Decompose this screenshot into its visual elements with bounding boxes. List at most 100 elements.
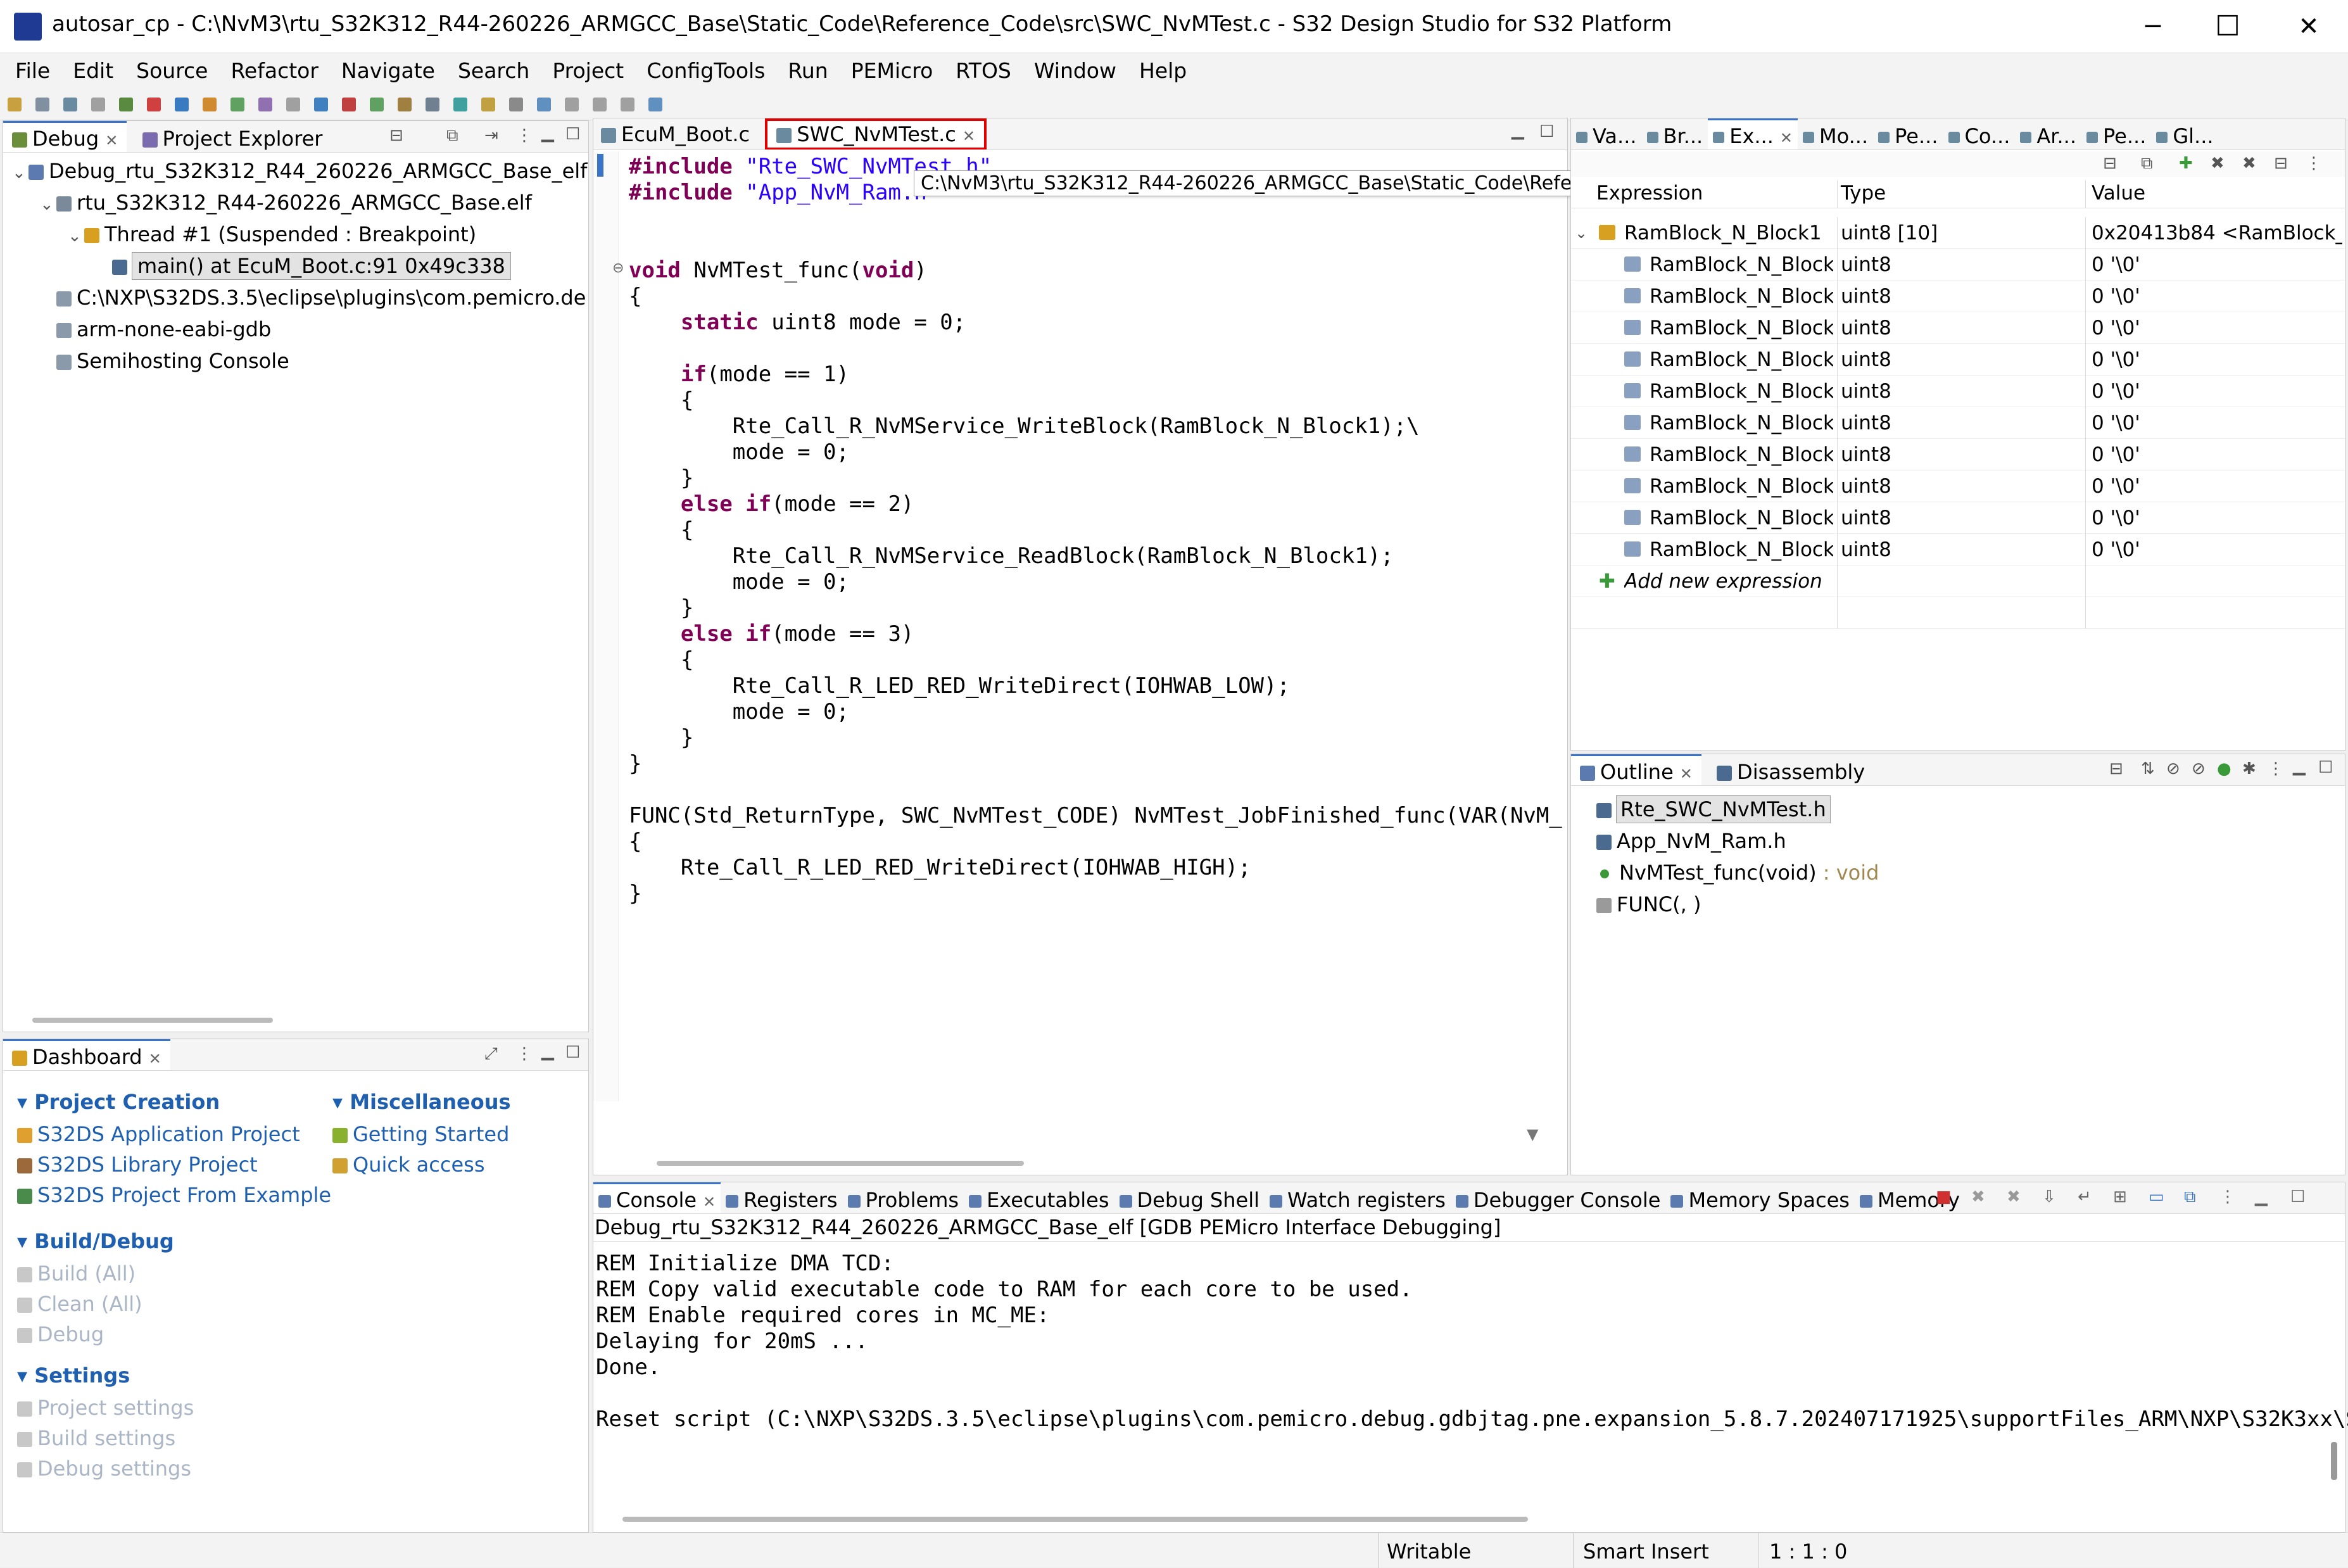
expression-root-row[interactable]: ⌄ RamBlock_N_Block1 uint8 [10] 0x20413b84 <… [1571,217,2345,249]
minimize-view-icon[interactable]: ▁ [541,1042,554,1061]
project-from-example-link[interactable]: S32DS Project From Example [17,1180,331,1210]
close-icon[interactable]: ✕ [149,1050,161,1068]
tab-problems[interactable]: Problems [843,1184,964,1213]
tab-pe-8[interactable]: Pe... [2081,120,2151,149]
maximize-view-icon[interactable]: ☐ [2290,1187,2305,1206]
debug-tree-item[interactable]: C:\NXP\S32DS.3.5\eclipse\plugins\com.pem… [3,282,588,313]
code-editor[interactable]: #include "Rte_SWC_NvMTest.h" #include "A… [629,154,1562,907]
toolbar-button-2[interactable] [35,98,49,111]
menu-rtos[interactable]: RTOS [956,53,1011,89]
toolbar-button-14[interactable] [370,98,384,111]
expression-child-row[interactable]: RamBlock_N_Block uint8 0 '\0' [1571,376,2345,407]
tab-debug-shell[interactable]: Debug Shell [1114,1184,1265,1213]
sort-icon[interactable]: ⇅ [2141,759,2155,778]
debug-tree-item[interactable]: arm-none-eabi-gdb [3,313,588,345]
debug-tree-item[interactable]: main() at EcuM_Boot.c:91 0x49c338 [3,250,588,282]
tab-ex-3[interactable]: Ex... ✕ [1708,118,1798,149]
minimize-view-icon[interactable]: ▁ [2293,757,2306,776]
toolbar-button-19[interactable] [509,98,523,111]
tab-executables[interactable]: Executables [964,1184,1114,1213]
view-menu-icon[interactable]: ⋮ [2268,759,2284,778]
view-layout-icon[interactable]: ⧉ [2141,154,2153,174]
hide-nonpublic-icon[interactable]: ● [2217,759,2231,778]
tab-br-2[interactable]: Br... [1642,120,1708,149]
pin-console-icon[interactable]: ⊞ [2113,1187,2127,1206]
tab-outline[interactable]: Outline ✕ [1571,754,1701,785]
close-button[interactable]: ✕ [2290,9,2328,44]
expression-child-row[interactable]: RamBlock_N_Block uint8 0 '\0' [1571,281,2345,312]
menu-navigate[interactable]: Navigate [341,53,435,89]
toolbar-button-13[interactable] [342,98,356,111]
minimize-button[interactable]: ─ [2134,9,2172,44]
filter-icon[interactable]: ⧉ [446,126,458,146]
expression-child-row[interactable]: RamBlock_N_Block uint8 0 '\0' [1571,534,2345,566]
outline-item[interactable]: NvMTest_func(void) : void [1596,857,1879,888]
tab-console[interactable]: Console ✕ [593,1182,721,1213]
menu-source[interactable]: Source [136,53,208,89]
close-icon[interactable]: ✕ [1780,129,1793,147]
open-console-icon[interactable]: ⧉ [2184,1187,2196,1207]
expression-child-row[interactable]: RamBlock_N_Block uint8 0 '\0' [1571,439,2345,471]
toolbar-button-21[interactable] [565,98,579,111]
chevron-down-icon[interactable]: ⌄ [1575,217,1587,249]
close-icon[interactable]: ✕ [703,1193,716,1211]
pin-icon[interactable]: ⤢ [484,1044,498,1064]
debug-link[interactable]: Debug [17,1319,174,1350]
chevron-down-icon[interactable]: ⌄ [12,157,28,189]
step-icon[interactable]: ⇥ [484,126,498,145]
remove-all-icon[interactable]: ✖ [2242,154,2256,173]
tab-gl-9[interactable]: Gl... [2151,120,2218,149]
menu-refactor[interactable]: Refactor [230,53,318,89]
project-creation-heading[interactable]: ▾ Project Creation [17,1090,331,1114]
toolbar-button-3[interactable] [63,98,77,111]
remove-all-icon[interactable]: ✖ [2007,1187,2021,1206]
chevron-down-icon[interactable]: ⌄ [40,189,56,220]
toolbar-button-7[interactable] [175,98,189,111]
toolbar-button-12[interactable] [314,98,328,111]
tab-debugger-console[interactable]: Debugger Console [1451,1184,1666,1213]
tab-disassembly[interactable]: Disassembly [1708,756,1874,785]
maximize-view-icon[interactable]: ☐ [565,125,580,144]
tab-va-1[interactable]: Va... [1571,120,1642,149]
build-all-link[interactable]: Build (All) [17,1258,174,1289]
toolbar-button-16[interactable] [426,98,439,111]
collapse-all-icon[interactable]: ⊟ [2109,759,2123,778]
collapse-all-icon[interactable]: ⊟ [389,126,403,145]
console-vertical-scrollbar[interactable] [2331,1442,2337,1480]
fold-icon[interactable]: ⊖ [612,260,624,276]
menu-configtools[interactable]: ConfigTools [647,53,765,89]
value-column-header[interactable]: Value [2092,182,2145,205]
menu-window[interactable]: Window [1034,53,1116,89]
maximize-view-icon[interactable]: ☐ [1539,122,1554,141]
tab-pe-5[interactable]: Pe... [1873,120,1943,149]
toolbar-button-9[interactable] [230,98,244,111]
display-console-icon[interactable]: ▭ [2149,1187,2164,1206]
close-icon[interactable]: ✕ [105,132,118,149]
view-menu-icon[interactable]: ⋮ [516,1044,533,1063]
outline-item[interactable]: Rte_SWC_NvMTest.h [1596,793,1879,825]
debug-settings-link[interactable]: Debug settings [17,1453,194,1484]
minimize-view-icon[interactable]: ▁ [541,123,554,142]
menu-pemicro[interactable]: PEMicro [851,53,933,89]
editor-horizontal-scrollbar[interactable] [657,1161,1024,1166]
view-menu-icon[interactable]: ⋮ [516,126,533,145]
console-output[interactable]: REM Initialize DMA TCD: REM Copy valid e… [596,1251,2348,1432]
tab-ecum-boot[interactable]: EcuM_Boot.c [593,118,759,149]
toolbar-button-15[interactable] [398,98,412,111]
type-column-header[interactable]: Type [1833,182,1886,205]
tab-memory-spaces[interactable]: Memory Spaces [1665,1184,1855,1213]
debug-tree-item[interactable]: ⌄ rtu_S32K312_R44-260226_ARMGCC_Base.elf [3,187,588,218]
minimize-view-icon[interactable]: ▁ [2255,1187,2268,1206]
chevron-down-icon[interactable]: ⌄ [68,220,84,252]
debug-tree-item[interactable]: Semihosting Console [3,345,588,377]
maximize-view-icon[interactable]: ☐ [2318,758,2333,777]
scroll-down-icon[interactable]: ▼ [1527,1125,1538,1143]
debug-tree-item[interactable]: ⌄ Debug_rtu_S32K312_R44_260226_ARMGCC_Bas… [3,155,647,189]
menu-help[interactable]: Help [1139,53,1187,89]
toolbar-button-1[interactable] [8,98,22,111]
close-icon[interactable]: ✕ [1680,765,1693,783]
maximize-view-icon[interactable]: ☐ [565,1043,580,1062]
collapse-icon[interactable]: ⊟ [2274,154,2288,173]
expression-child-row[interactable]: RamBlock_N_Block uint8 0 '\0' [1571,344,2345,376]
hide-static-icon[interactable]: ⊘ [2192,759,2206,778]
